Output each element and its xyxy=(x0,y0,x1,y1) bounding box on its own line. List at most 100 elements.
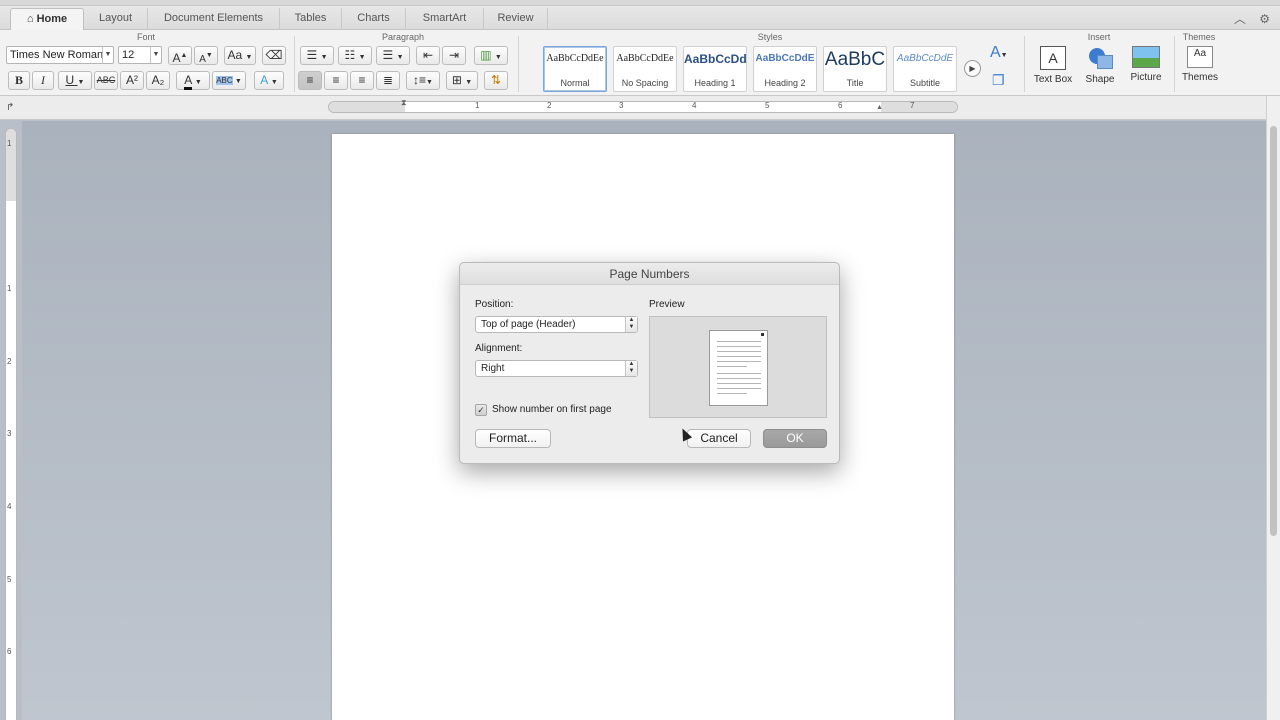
text-styles-icon[interactable]: A▼ xyxy=(990,44,1008,62)
style-heading-1[interactable]: AaBbCcDd Heading 1 xyxy=(683,46,747,92)
tab-home[interactable]: ⌂ Home xyxy=(10,8,84,30)
text-effects-button[interactable]: A ▼ xyxy=(254,71,284,90)
align-center-button[interactable]: ≡ xyxy=(324,71,348,90)
style-sample: AaBbCcDdEe xyxy=(546,53,604,64)
themes-icon: Aa xyxy=(1187,46,1213,68)
style-heading-2[interactable]: AaBbCcDdE Heading 2 xyxy=(753,46,817,92)
group-divider xyxy=(294,36,295,92)
picture-icon xyxy=(1132,46,1160,68)
eraser-icon: ⌫ xyxy=(265,48,283,62)
increase-indent-button[interactable]: ⇥ xyxy=(442,46,466,65)
italic-button[interactable]: I xyxy=(32,71,54,90)
columns-icon: ▥ xyxy=(480,48,492,62)
highlight-icon: ABC xyxy=(216,76,233,85)
change-case-button[interactable]: Aa ▼ xyxy=(224,46,256,65)
cancel-button[interactable]: Cancel xyxy=(687,429,751,448)
multilevel-list-icon: ☰ xyxy=(382,48,394,62)
ribbon: Font Times New Roman ▼ 12 ▼ A▲ A▼ Aa ▼ ⌫… xyxy=(0,30,1280,96)
chevron-down-icon[interactable]: ▼ xyxy=(150,47,161,63)
sort-button[interactable]: ⇅ xyxy=(484,71,508,90)
page-number-marker xyxy=(761,333,764,336)
chevron-down-icon[interactable]: ▼ xyxy=(102,47,113,63)
subscript-button[interactable]: A₂ xyxy=(146,71,170,90)
style-no-spacing[interactable]: AaBbCcDdEe No Spacing xyxy=(613,46,677,92)
columns-button[interactable]: ▥ ▼ xyxy=(474,46,508,65)
font-size-value: 12 xyxy=(122,49,135,61)
alignment-select[interactable]: Right ▲ ▼ xyxy=(475,360,638,377)
underline-label: U xyxy=(65,73,75,87)
text-box-label: Text Box xyxy=(1033,74,1073,85)
superscript-button[interactable]: A² xyxy=(120,71,144,90)
shape-button[interactable]: Shape xyxy=(1080,46,1120,85)
font-group-label: Font xyxy=(136,32,155,42)
right-indent-marker-icon[interactable]: ▲ xyxy=(876,104,883,111)
ok-button[interactable]: OK xyxy=(763,429,827,448)
checkmark-icon: ✓ xyxy=(477,405,485,415)
decrease-indent-icon: ⇤ xyxy=(422,48,434,62)
scrollbar-thumb[interactable] xyxy=(1270,126,1277,536)
position-select[interactable]: Top of page (Header) ▲ ▼ xyxy=(475,316,638,333)
horizontal-ruler[interactable]: 1 2 3 4 5 6 7 ⧗ ▲ xyxy=(328,98,958,113)
borders-icon: ⊞ xyxy=(451,73,462,87)
shrink-font-button[interactable]: A▼ xyxy=(194,46,218,65)
borders-button[interactable]: ⊞ ▼ xyxy=(446,71,478,90)
font-name-value: Times New Roman xyxy=(10,49,104,61)
grow-font-button[interactable]: A▲ xyxy=(168,46,192,65)
font-size-combo[interactable]: 12 ▼ xyxy=(118,46,162,64)
sort-icon: ⇅ xyxy=(490,73,502,87)
ruler-number: 4 xyxy=(692,101,697,110)
strikethrough-button[interactable]: ABC xyxy=(94,71,118,90)
ruler-number: 2 xyxy=(547,101,552,110)
styles-pane-icon[interactable]: ❐ xyxy=(992,72,1005,89)
ruler-number: 3 xyxy=(7,429,12,438)
ruler-number: 1 xyxy=(7,284,12,293)
decrease-indent-button[interactable]: ⇤ xyxy=(416,46,440,65)
themes-button[interactable]: Aa Themes xyxy=(1178,46,1222,83)
numbering-button[interactable]: ☷ ▼ xyxy=(338,46,372,65)
styles-next-icon[interactable]: ▶ xyxy=(964,60,981,77)
style-normal[interactable]: AaBbCcDdEe Normal xyxy=(543,46,607,92)
style-subtitle[interactable]: AaBbCcDdE Subtitle xyxy=(893,46,957,92)
underline-button[interactable]: U ▼ xyxy=(58,71,92,90)
bold-button[interactable]: B xyxy=(8,71,30,90)
tab-stop-selector-icon[interactable]: ↱ xyxy=(6,102,14,113)
text-box-button[interactable]: A Text Box xyxy=(1030,46,1076,85)
font-color-icon: A xyxy=(184,73,192,90)
tab-review[interactable]: Review xyxy=(484,8,548,30)
collapse-ribbon-icon[interactable]: ︿ xyxy=(1234,12,1246,26)
align-left-button[interactable]: ≡ xyxy=(298,71,322,90)
tab-tables[interactable]: Tables xyxy=(280,8,342,30)
highlight-button[interactable]: ABC ▼ xyxy=(212,71,246,90)
style-sample: AaBbCcDd xyxy=(684,52,746,66)
title-strip xyxy=(0,0,1280,6)
tab-document-elements[interactable]: Document Elements xyxy=(148,8,280,30)
ruler-number: 6 xyxy=(7,647,12,656)
alignment-value: Right xyxy=(481,363,505,374)
show-first-page-checkbox[interactable]: ✓ xyxy=(475,404,487,416)
vertical-ruler[interactable]: 1 1 2 3 4 5 6 xyxy=(5,128,17,720)
ruler-number: 5 xyxy=(7,575,12,584)
vertical-scrollbar[interactable] xyxy=(1266,96,1280,720)
tab-layout[interactable]: Layout xyxy=(84,8,148,30)
clear-formatting-button[interactable]: ⌫ xyxy=(262,46,286,65)
bullets-button[interactable]: ☰ ▼ xyxy=(300,46,334,65)
justify-button[interactable]: ≣ xyxy=(376,71,400,90)
format-button[interactable]: Format... xyxy=(475,429,551,448)
picture-button[interactable]: Picture xyxy=(1124,46,1168,83)
ribbon-controls: ︿ ⚙ xyxy=(1224,10,1270,27)
font-color-button[interactable]: A ▼ xyxy=(176,71,210,90)
tab-smartart[interactable]: SmartArt xyxy=(406,8,484,30)
shape-label: Shape xyxy=(1085,74,1115,85)
insert-group-label: Insert xyxy=(1087,32,1111,42)
indent-marker-icon[interactable]: ⧗ xyxy=(401,98,407,108)
increase-indent-icon: ⇥ xyxy=(448,48,460,62)
tab-charts[interactable]: Charts xyxy=(342,8,406,30)
font-name-combo[interactable]: Times New Roman ▼ xyxy=(6,46,114,64)
style-title[interactable]: AaBbC Title xyxy=(823,46,887,92)
align-right-button[interactable]: ≡ xyxy=(350,71,374,90)
align-center-icon: ≡ xyxy=(332,73,340,87)
gear-icon[interactable]: ⚙ xyxy=(1259,12,1270,26)
multilevel-list-button[interactable]: ☰ ▼ xyxy=(376,46,410,65)
line-spacing-button[interactable]: ↕≡▼ xyxy=(406,71,440,90)
grow-font-icon: A xyxy=(172,51,181,65)
